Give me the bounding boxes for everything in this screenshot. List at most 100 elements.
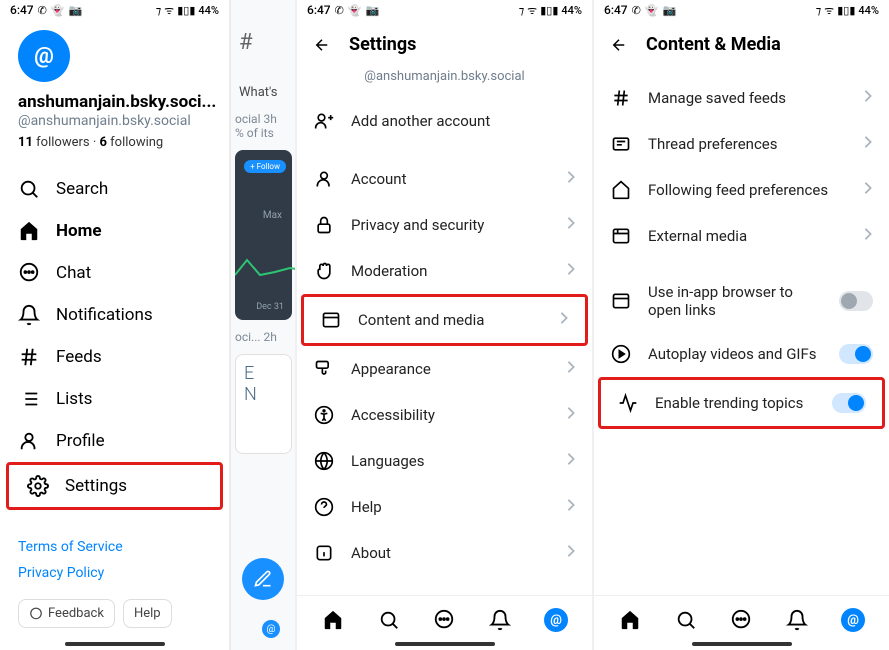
nav-label: Feeds (56, 347, 102, 367)
settings-trending[interactable]: Enable trending topics (601, 380, 882, 426)
time: 6:47 (307, 3, 331, 17)
stats[interactable]: 11 followers · 6 following (18, 135, 211, 150)
play-icon (610, 343, 632, 365)
settings-privacy[interactable]: Privacy and security (297, 202, 592, 248)
info-icon (313, 542, 335, 564)
snap-icon: 👻 (645, 4, 659, 17)
settings-languages[interactable]: Languages (297, 438, 592, 484)
handle: @anshumanjain.bsky.social (18, 113, 211, 129)
browser-icon (610, 290, 632, 312)
settings-in-app-browser[interactable]: Use in-app browser to open links (594, 271, 889, 331)
chat-icon (18, 262, 40, 284)
toggle-trending[interactable] (832, 393, 866, 413)
settings-label: Content and media (358, 311, 543, 329)
privacy-link[interactable]: Privacy Policy (18, 565, 211, 581)
post-meta: ocial 3h% of its (231, 106, 295, 146)
nav-notifications[interactable]: Notifications (0, 294, 229, 336)
screen-drawer: # What's ocial 3h% of its + Follow Max D… (0, 0, 295, 650)
activity-icon (617, 392, 639, 414)
globe-icon (313, 450, 335, 472)
status-bar: 6:47 ✆ 👻 📷 ⁊ ᯤ ▮▯▮ 44% (594, 0, 889, 20)
nav-at-icon[interactable]: @ (544, 608, 568, 632)
compose-fab[interactable] (242, 558, 284, 600)
status-bar: 6:47 ✆ 👻 📷 ⁊ ᯤ ▮▯▮ 44% (297, 0, 592, 20)
display-name[interactable]: anshumanjain.bsky.soci... (18, 92, 211, 112)
settings-saved-feeds[interactable]: Manage saved feeds (594, 75, 889, 121)
settings-external-media[interactable]: External media (594, 213, 889, 259)
post-meta-2: oci... 2h (231, 324, 295, 350)
nav-chat[interactable]: Chat (0, 252, 229, 294)
chevron-right-icon (566, 170, 576, 188)
nav-settings[interactable]: Settings (9, 465, 220, 507)
settings-account[interactable]: Account (297, 156, 592, 202)
feedback-button[interactable]: Feedback (18, 599, 115, 628)
bottom-nav: @ (594, 595, 889, 638)
settings-appearance[interactable]: Appearance (297, 346, 592, 392)
avatar[interactable]: @ (18, 30, 70, 82)
home-indicator (692, 642, 792, 646)
settings-thread-prefs[interactable]: Thread preferences (594, 121, 889, 167)
window-icon (320, 309, 342, 331)
home-icon (18, 220, 40, 242)
back-button[interactable] (313, 36, 331, 54)
chevron-right-icon (566, 216, 576, 234)
nav-home[interactable]: Home (0, 210, 229, 252)
chevron-right-icon (863, 135, 873, 153)
nav-chat-icon[interactable] (432, 608, 456, 632)
nav-home-icon[interactable] (321, 608, 345, 632)
nav-label: Search (56, 179, 108, 199)
bg-chart (235, 250, 295, 290)
whatsapp-icon: ✆ (632, 4, 641, 17)
bluetooth-icon: ⁊ (519, 4, 524, 17)
nav-search[interactable]: Search (0, 168, 229, 210)
nav-label: Home (56, 221, 102, 241)
settings-label: Enable trending topics (655, 394, 816, 412)
settings-following-prefs[interactable]: Following feed preferences (594, 167, 889, 213)
nav-lists[interactable]: Lists (0, 378, 229, 420)
camera-icon: 📷 (366, 4, 380, 17)
nav-label: Notifications (56, 305, 153, 325)
nav-chat-icon[interactable] (729, 608, 753, 632)
sign-out-button[interactable]: Sign out (297, 588, 592, 595)
settings-accessibility[interactable]: Accessibility (297, 392, 592, 438)
nav-label: Lists (56, 389, 92, 409)
settings-about[interactable]: About (297, 530, 592, 576)
at-badge: @ (262, 620, 280, 638)
accessibility-icon (313, 404, 335, 426)
tos-link[interactable]: Terms of Service (18, 539, 211, 555)
settings-autoplay[interactable]: Autoplay videos and GIFs (594, 331, 889, 377)
signal-icon: ▮▯▮ (540, 4, 558, 17)
settings-label: Use in-app browser to open links (648, 283, 823, 319)
settings-label: Help (351, 498, 550, 516)
settings-moderation[interactable]: Moderation (297, 248, 592, 294)
nav-feeds[interactable]: Feeds (0, 336, 229, 378)
settings-label: Languages (351, 452, 550, 470)
settings-add-account[interactable]: Add another account (297, 98, 592, 144)
bottom-nav: @ (297, 595, 592, 638)
chevron-right-icon (863, 89, 873, 107)
bell-icon (18, 304, 40, 326)
settings-help[interactable]: Help (297, 484, 592, 530)
hash-icon (18, 346, 40, 368)
nav-search-icon[interactable] (674, 608, 698, 632)
person-icon (313, 168, 335, 190)
battery: 44% (198, 4, 219, 17)
back-button[interactable] (610, 36, 628, 54)
nav-home-icon[interactable] (618, 608, 642, 632)
nav-bell-icon[interactable] (488, 608, 512, 632)
background-feed: # What's ocial 3h% of its + Follow Max D… (230, 0, 295, 650)
toggle-autoplay[interactable] (839, 344, 873, 364)
settings-label: Appearance (351, 360, 550, 378)
signal-icon: ▮▯▮ (177, 4, 195, 17)
nav-profile[interactable]: Profile (0, 420, 229, 462)
nav-at-icon[interactable]: @ (841, 608, 865, 632)
drawer-panel: 6:47 ✆ 👻 📷 ⁊ ᯤ ▮▯▮ 44% @ anshumanjain.bs… (0, 0, 230, 650)
nav-search-icon[interactable] (377, 608, 401, 632)
nav-bell-icon[interactable] (785, 608, 809, 632)
camera-icon: 📷 (663, 4, 677, 17)
toggle-in-app-browser[interactable] (839, 291, 873, 311)
whats-label: What's (239, 85, 288, 100)
lock-icon (313, 214, 335, 236)
help-button[interactable]: Help (123, 599, 172, 628)
settings-content-media[interactable]: Content and media (304, 297, 585, 343)
